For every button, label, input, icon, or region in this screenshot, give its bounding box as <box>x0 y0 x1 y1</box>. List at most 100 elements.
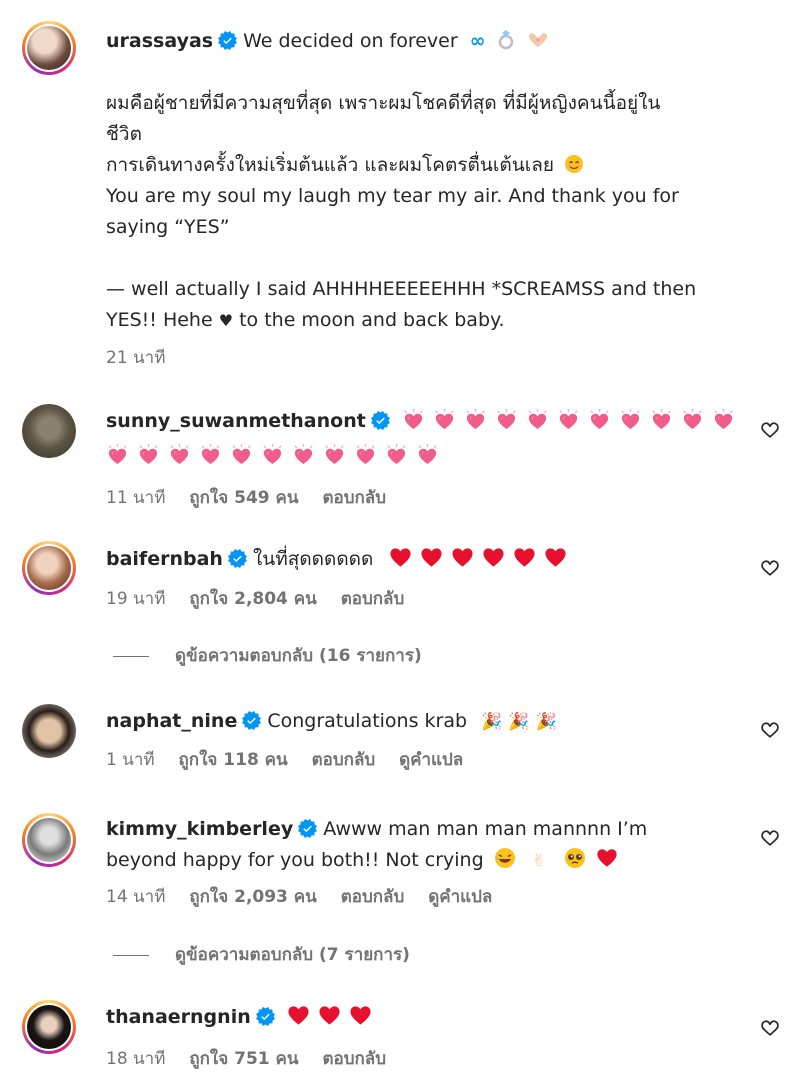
sparkling-hearts-row <box>106 443 447 476</box>
avatar[interactable] <box>22 404 76 458</box>
reply-button[interactable]: ตอบกลับ <box>341 589 405 609</box>
smiling-face-icon <box>565 155 584 173</box>
verified-badge-icon <box>371 411 390 430</box>
red-hearts-row <box>287 1004 380 1037</box>
likes-count[interactable]: ถูกใจ 2,093 คน <box>189 887 316 907</box>
caption-body-line: — well actually I said AHHHHEEEEEHHH *SC… <box>106 278 697 300</box>
sparkling-heart-icon <box>402 408 425 431</box>
avatar[interactable] <box>22 1000 76 1054</box>
comment-time: 14 นาที <box>106 887 166 907</box>
verified-badge-icon <box>242 711 261 730</box>
comment-text: ในที่สุดดดดดด <box>252 548 374 570</box>
view-replies-label: ดูข้อความตอบกลับ (7 รายการ) <box>175 945 410 965</box>
red-heart-icon <box>482 546 505 569</box>
sparkling-heart-icon <box>619 408 642 431</box>
reply-button[interactable]: ตอบกลับ <box>312 750 376 770</box>
red-heart-icon <box>596 847 618 869</box>
comment-text: Congratulations krab <box>267 710 468 732</box>
translate-button[interactable]: ดูคำแปล <box>399 750 463 770</box>
avatar[interactable] <box>22 704 76 758</box>
comment-time: 1 นาที <box>106 750 155 770</box>
comment-text: beyond happy for you both!! Not crying <box>106 849 484 871</box>
comment-time: 11 นาที <box>106 488 166 508</box>
comment-time: 19 นาที <box>106 589 166 609</box>
red-heart-icon <box>318 1004 341 1027</box>
comment-username[interactable]: kimmy_kimberley <box>106 818 293 840</box>
comment-username[interactable]: thanaerngnin <box>106 1006 251 1028</box>
sparkling-heart-icon <box>650 408 673 431</box>
view-replies-button[interactable]: ดูข้อความตอบกลับ (7 รายการ) <box>113 941 410 969</box>
party-popper-icon: 🎉 <box>508 712 530 732</box>
red-heart-icon <box>287 1004 310 1027</box>
verified-badge-icon <box>298 819 317 838</box>
verified-badge-icon <box>256 1007 275 1026</box>
like-heart-icon[interactable] <box>760 828 780 848</box>
comment-time: 18 นาที <box>106 1049 166 1069</box>
red-hearts-row <box>389 546 575 579</box>
red-heart-icon <box>349 1004 372 1027</box>
caption-avatar[interactable] <box>22 21 76 75</box>
sparkling-heart-icon <box>495 408 518 431</box>
like-heart-icon[interactable] <box>760 1018 780 1038</box>
ring-icon <box>498 30 513 50</box>
like-heart-icon[interactable] <box>760 720 780 740</box>
reply-button[interactable]: ตอบกลับ <box>341 887 405 907</box>
sparkling-heart-icon <box>416 443 439 466</box>
caption-body-line: YES!! Hehe <box>106 309 213 331</box>
caption-body-line: ผมคือผู้ชายที่มีความสุขที่สุด เพราะผมโชค… <box>106 92 661 114</box>
translate-button[interactable]: ดูคำแปล <box>428 887 492 907</box>
party-popper-icon: 🎉 <box>481 712 503 732</box>
heart-hands-icon <box>528 33 547 47</box>
comment-username[interactable]: sunny_suwanmethanont <box>106 410 366 432</box>
caption-time: 21 นาที <box>106 348 166 368</box>
sparkling-hearts-row <box>402 408 743 441</box>
laughing-face-icon <box>494 848 515 868</box>
sparkling-heart-icon <box>199 443 222 466</box>
avatar[interactable] <box>22 541 76 595</box>
caption-username[interactable]: urassayas <box>106 30 213 52</box>
caption-headline: We decided on forever <box>243 30 458 52</box>
sparkling-heart-icon <box>168 443 191 466</box>
caption-body-line: ชีวิต <box>106 123 142 145</box>
sparkling-heart-icon <box>261 443 284 466</box>
caption-body-line: You are my soul my laugh my tear my air.… <box>106 185 679 207</box>
view-replies-label: ดูข้อความตอบกลับ (16 รายการ) <box>175 646 422 666</box>
comment-username[interactable]: baifernbah <box>106 548 223 570</box>
sparkling-heart-icon <box>137 443 160 466</box>
sparkling-heart-icon <box>230 443 253 466</box>
reply-button[interactable]: ตอบกลับ <box>322 1049 386 1069</box>
avatar[interactable] <box>22 813 76 867</box>
reply-button[interactable]: ตอบกลับ <box>322 488 386 508</box>
party-popper-icon: 🎉 <box>535 712 557 732</box>
red-heart-icon <box>420 546 443 569</box>
sparkling-heart-icon <box>106 443 129 466</box>
sparkling-heart-icon <box>464 408 487 431</box>
peace-hand-icon: ✌ <box>531 851 546 871</box>
like-heart-icon[interactable] <box>760 420 780 440</box>
sparkling-heart-icon <box>433 408 456 431</box>
sparkling-heart-icon <box>588 408 611 431</box>
sparkling-heart-icon <box>385 443 408 466</box>
sparkling-heart-icon <box>354 443 377 466</box>
sparkling-heart-icon <box>526 408 549 431</box>
pleading-face-icon <box>565 848 586 868</box>
sparkling-heart-icon <box>292 443 315 466</box>
likes-count[interactable]: ถูกใจ 751 คน <box>189 1049 298 1069</box>
sparkling-heart-icon <box>681 408 704 431</box>
sparkling-heart-icon <box>323 443 346 466</box>
like-heart-icon[interactable] <box>760 558 780 578</box>
comment-username[interactable]: naphat_nine <box>106 710 237 732</box>
likes-count[interactable]: ถูกใจ 2,804 คน <box>189 589 316 609</box>
view-replies-button[interactable]: ดูข้อความตอบกลับ (16 รายการ) <box>113 642 422 670</box>
likes-count[interactable]: ถูกใจ 549 คน <box>189 488 298 508</box>
sparkling-heart-icon <box>712 408 735 431</box>
comment-text: Awww man man man mannnn I’m <box>323 818 648 840</box>
verified-badge-icon <box>228 549 247 568</box>
caption-body-line: saying “YES” <box>106 216 230 238</box>
sparkling-heart-icon <box>557 408 580 431</box>
red-heart-icon <box>513 546 536 569</box>
caption-body-line: to the moon and back baby. <box>239 309 505 331</box>
red-heart-icon <box>389 546 412 569</box>
red-heart-icon <box>451 546 474 569</box>
likes-count[interactable]: ถูกใจ 118 คน <box>179 750 288 770</box>
